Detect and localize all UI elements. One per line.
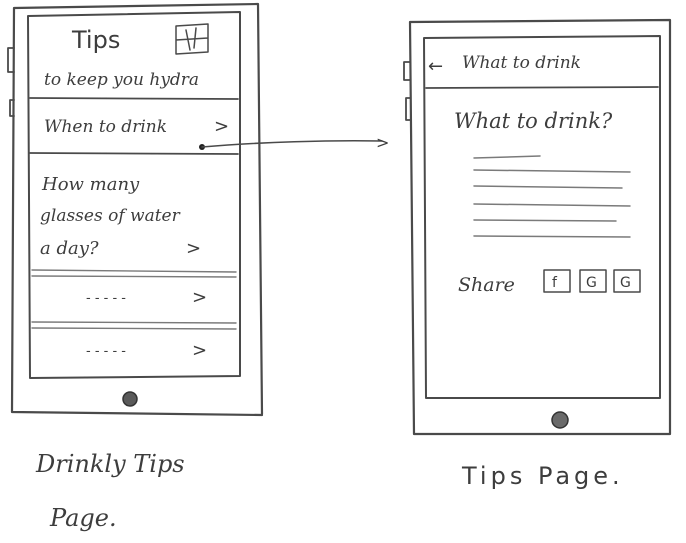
list-item-label: When to drink xyxy=(44,117,167,137)
list-item-label-line-1: How many xyxy=(41,174,140,195)
right-heading: What to drink? xyxy=(454,109,613,133)
list-item-label: - - - - - xyxy=(86,344,126,359)
right-phone-frame xyxy=(403,18,672,436)
right-header-title: What to drink xyxy=(462,53,581,73)
back-arrow-icon[interactable]: ← xyxy=(428,56,443,77)
list-item-placeholder-1[interactable]: - - - - - > xyxy=(86,287,207,308)
chevron-right-icon: > xyxy=(192,340,207,361)
chevron-right-icon: > xyxy=(192,287,207,308)
share-label: Share xyxy=(458,274,515,296)
chevron-right-icon: > xyxy=(186,238,201,259)
share-row: Share f G G xyxy=(458,269,641,296)
left-caption-line-2: Page. xyxy=(49,504,117,532)
left-caption-line-1: Drinkly Tips xyxy=(35,450,185,478)
home-button-right xyxy=(551,411,569,429)
google-plus-share-icon[interactable]: G xyxy=(613,269,641,293)
wireframe-sketch: Tips to keep you hydra When to drink > H… xyxy=(7,2,672,532)
google-share-icon[interactable]: G xyxy=(579,269,607,293)
google-plus-letter: G xyxy=(620,275,631,291)
list-item-when-to-drink[interactable]: When to drink > xyxy=(44,116,229,137)
list-item-glasses-per-day[interactable]: How many glasses of water a day? > xyxy=(40,174,201,259)
right-caption: Tips Page. xyxy=(461,462,624,490)
list-item-label-line-3: a day? xyxy=(40,238,99,259)
facebook-letter: f xyxy=(552,275,558,291)
list-item-label: - - - - - xyxy=(86,291,126,306)
left-subtitle: to keep you hydra xyxy=(44,70,199,90)
content-placeholder-lines xyxy=(473,155,631,238)
facebook-share-icon[interactable]: f xyxy=(543,269,571,293)
google-letter: G xyxy=(586,275,597,291)
list-item-label-line-2: glasses of water xyxy=(40,206,181,226)
list-item-placeholder-2[interactable]: - - - - - > xyxy=(86,340,207,361)
right-header: ← What to drink xyxy=(425,53,659,89)
home-button-left xyxy=(122,391,138,407)
arrow-head-icon: > xyxy=(376,133,389,152)
left-title: Tips xyxy=(71,26,120,54)
chevron-right-icon: > xyxy=(214,116,229,137)
tips-logo-icon xyxy=(175,23,209,55)
